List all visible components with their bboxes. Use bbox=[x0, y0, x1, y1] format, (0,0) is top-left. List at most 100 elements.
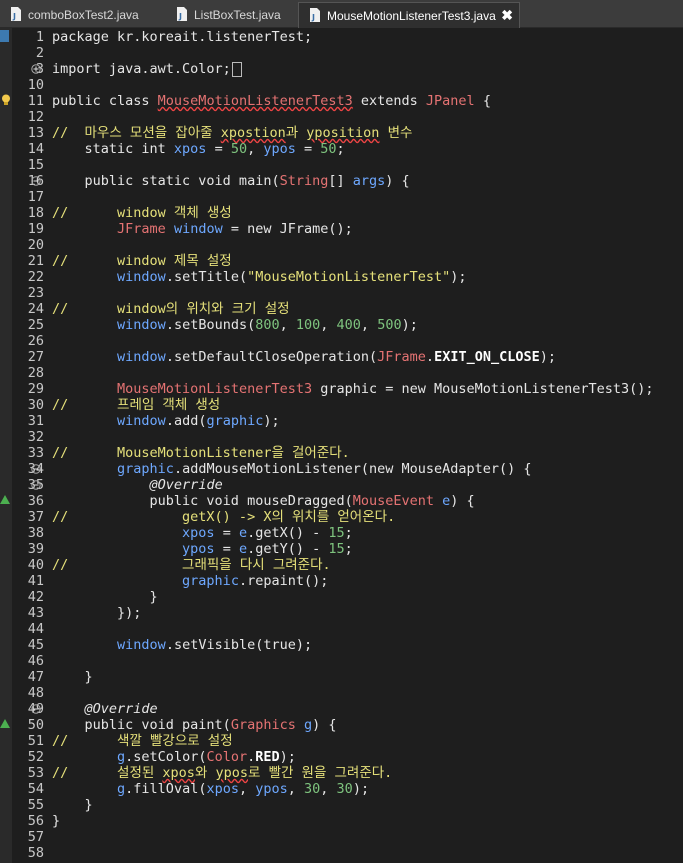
current-line-marker-icon bbox=[0, 30, 9, 42]
type-name: String bbox=[279, 173, 329, 189]
line-number: 31 bbox=[27, 413, 44, 429]
svg-text:J: J bbox=[311, 13, 315, 22]
code-line[interactable]: package kr.koreait.listenerTest; bbox=[52, 29, 312, 45]
code-token: ) { bbox=[312, 717, 337, 733]
comment-text: xpostion bbox=[220, 125, 286, 141]
code-token: .add( bbox=[165, 413, 207, 429]
comment-line[interactable]: // window의 위치와 크기 설정 bbox=[52, 301, 290, 317]
comment-line[interactable]: // 색깔 빨강으로 설정 bbox=[52, 733, 233, 749]
override-triangle-icon[interactable] bbox=[0, 719, 10, 728]
close-icon[interactable]: ✖ bbox=[501, 7, 513, 23]
comment-line[interactable]: // window 객체 생성 bbox=[52, 205, 232, 221]
variable-name: window bbox=[117, 413, 166, 429]
code-line[interactable]: window.setVisible(true); bbox=[52, 637, 312, 653]
code-line[interactable]: window.setBounds(800, 100, 400, 500); bbox=[52, 317, 418, 333]
field-name: ypos bbox=[255, 781, 288, 797]
line-number: 50 bbox=[27, 717, 44, 733]
line-number: 21 bbox=[27, 253, 44, 269]
class-name: MouseMotionListenerTest3 bbox=[157, 93, 353, 109]
number-literal: 30 bbox=[336, 781, 353, 797]
comment-text: // window 객체 생성 bbox=[52, 205, 232, 221]
comment-line[interactable]: // 그래픽을 다시 그려준다. bbox=[52, 557, 331, 573]
folded-region-icon[interactable] bbox=[231, 61, 242, 77]
code-line[interactable]: static int xpos = 50, ypos = 50; bbox=[52, 141, 345, 157]
line-number: 52 bbox=[27, 749, 44, 765]
field-name: xpos bbox=[182, 525, 215, 541]
line-number: 22 bbox=[27, 269, 44, 285]
comment-line[interactable]: // 프레임 객체 생성 bbox=[52, 397, 220, 413]
line-number: 40 bbox=[27, 557, 44, 573]
code-line[interactable]: public static void main(String[] args) { bbox=[52, 173, 410, 189]
editor-tab-bar: J comboBoxTest2.java J ListBoxTest.java … bbox=[0, 0, 683, 28]
java-file-icon: J bbox=[11, 7, 21, 21]
code-line[interactable]: } bbox=[52, 669, 93, 685]
comment-line[interactable]: // MouseMotionListener을 걸어준다. bbox=[52, 445, 350, 461]
code-line[interactable]: } bbox=[52, 589, 158, 605]
code-line[interactable]: public class MouseMotionListenerTest3 ex… bbox=[52, 93, 491, 109]
tab-combobox-test2[interactable]: J comboBoxTest2.java bbox=[0, 2, 165, 28]
code-token: = new JFrame(); bbox=[222, 221, 353, 237]
code-line[interactable]: public void mouseDragged(MouseEvent e) { bbox=[52, 493, 475, 509]
variable-name: graphic bbox=[117, 461, 174, 477]
code-token: .setDefaultCloseOperation( bbox=[165, 349, 378, 365]
comment-line[interactable]: // getX() -> X의 위치를 얻어온다. bbox=[52, 509, 395, 525]
comment-line[interactable]: // 설정된 xpos와 ypos로 빨간 원을 그려준다. bbox=[52, 765, 392, 781]
line-number: 54 bbox=[27, 781, 44, 797]
code-token: .repaint(); bbox=[238, 573, 329, 589]
fold-minus-icon[interactable] bbox=[31, 704, 41, 714]
code-line[interactable]: graphic.repaint(); bbox=[52, 573, 328, 589]
lightbulb-icon[interactable] bbox=[1, 94, 11, 106]
fold-minus-icon[interactable] bbox=[31, 176, 41, 186]
line-number: 10 bbox=[27, 77, 44, 93]
code-token: = bbox=[206, 141, 231, 157]
fold-minus-icon[interactable] bbox=[31, 464, 41, 474]
comment-text: // 색깔 빨강으로 설정 bbox=[52, 733, 233, 749]
code-line[interactable]: } bbox=[52, 797, 93, 813]
fold-minus-icon[interactable] bbox=[31, 480, 41, 490]
java-file-icon: J bbox=[310, 8, 320, 22]
code-line[interactable]: @Override bbox=[52, 477, 223, 493]
number-literal: 30 bbox=[304, 781, 321, 797]
comment-line[interactable]: // window 제목 설정 bbox=[52, 253, 232, 269]
line-number: 39 bbox=[27, 541, 44, 557]
comment-line[interactable]: // 마우스 모션을 잡아줄 xpostion과 yposition 변수 bbox=[52, 125, 412, 141]
code-token: }); bbox=[52, 605, 142, 621]
code-line[interactable]: window.setTitle("MouseMotionListenerTest… bbox=[52, 269, 467, 285]
type-name: MouseEvent bbox=[352, 493, 435, 509]
code-token: ); bbox=[450, 269, 467, 285]
code-line[interactable]: MouseMotionListenerTest3 graphic = new M… bbox=[52, 381, 653, 397]
code-line[interactable]: import java.awt.Color; bbox=[52, 61, 242, 77]
code-editor[interactable]: 1 2 3 10 11 12 13 14 15 16 17 18 19 20 2… bbox=[0, 28, 683, 863]
comment-text: // MouseMotionListener을 걸어준다. bbox=[52, 445, 350, 461]
override-triangle-icon[interactable] bbox=[0, 495, 10, 504]
tab-listbox-test[interactable]: J ListBoxTest.java bbox=[166, 2, 296, 28]
code-line[interactable]: xpos = e.getX() - 15; bbox=[52, 525, 353, 541]
code-line[interactable]: JFrame window = new JFrame(); bbox=[52, 221, 353, 237]
code-line[interactable]: window.setDefaultCloseOperation(JFrame.E… bbox=[52, 349, 556, 365]
line-number: 23 bbox=[27, 285, 44, 301]
code-line[interactable]: window.add(graphic); bbox=[52, 413, 280, 429]
code-line[interactable]: ypos = e.getY() - 15; bbox=[52, 541, 353, 557]
code-line[interactable]: } bbox=[52, 813, 60, 829]
code-token: extends bbox=[352, 93, 426, 109]
code-token: = bbox=[214, 525, 239, 541]
code-line[interactable]: @Override bbox=[52, 701, 158, 717]
code-line[interactable]: g.fillOval(xpos, ypos, 30, 30); bbox=[52, 781, 369, 797]
line-number: 20 bbox=[27, 237, 44, 253]
code-line[interactable]: }); bbox=[52, 605, 141, 621]
parameter-name: g bbox=[303, 717, 313, 733]
fold-plus-icon[interactable] bbox=[31, 64, 41, 74]
code-line[interactable]: graphic.addMouseMotionListener(new Mouse… bbox=[52, 461, 532, 477]
code-token: = bbox=[295, 141, 321, 157]
code-line[interactable]: public void paint(Graphics g) { bbox=[52, 717, 337, 733]
code-line[interactable]: g.setColor(Color.RED); bbox=[52, 749, 296, 765]
tab-mousemotionlistener-test3[interactable]: J MouseMotionListenerTest3.java ✖ bbox=[298, 2, 520, 28]
